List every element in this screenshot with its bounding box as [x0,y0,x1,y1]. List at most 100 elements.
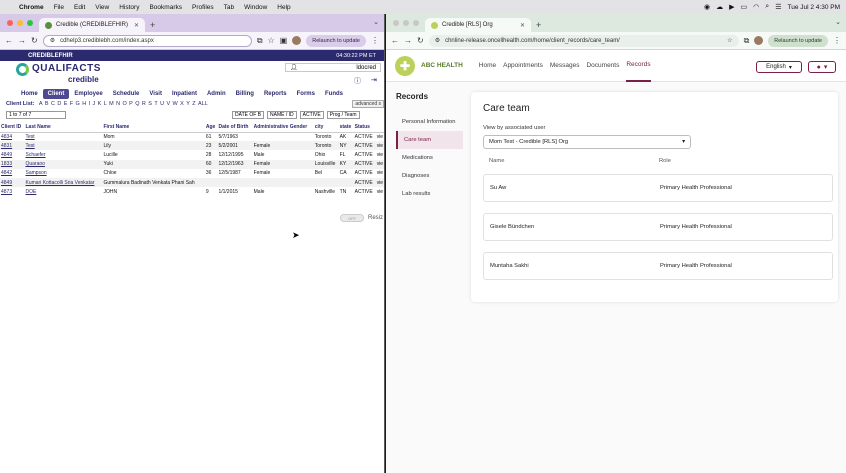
client-row[interactable]: 4834 Test Mom 61 5/7/1963 Toronto AK ACTIVE vie [0,132,384,141]
client-row[interactable]: 4849 Kumari Kottacolli Sria Venkatar Gumma… [0,177,384,188]
associated-user-select[interactable]: Mom Test - Credible [RLS] Org ▾ [483,135,691,149]
letter-filter-l[interactable]: L [104,101,107,107]
client-id-link[interactable]: 4842 [0,169,24,178]
menu-tab[interactable]: Tab [219,4,239,11]
column-header[interactable]: Client ID [0,123,25,133]
letter-filter-g[interactable]: G [76,101,80,107]
nav-schedule[interactable]: Schedule [108,89,145,99]
letter-filter-f[interactable]: F [70,101,73,107]
view-client-button[interactable]: vie [375,177,384,188]
nav-home[interactable]: Home [479,50,496,82]
nav-home[interactable]: Home [16,89,43,99]
menu-window[interactable]: Window [239,4,272,11]
logout-icon[interactable]: ⇥ [371,76,377,84]
back-icon[interactable]: ← [391,36,399,45]
care-team-row[interactable]: Muntaha Sakhi Primary Health Professiona… [483,252,833,280]
nav-appointments[interactable]: Appointments [503,50,543,82]
nav-documents[interactable]: Documents [586,50,619,82]
column-header[interactable]: Last Name [24,123,103,133]
view-client-button[interactable]: vie [376,187,384,196]
nav-records[interactable]: Records [626,50,651,82]
right-tab[interactable]: Credible [RLS] Org ✕ [425,18,531,32]
menu-history[interactable]: History [114,4,144,11]
prog-team-filter[interactable]: Prog / Team [326,111,360,119]
back-icon[interactable]: ← [5,36,13,45]
column-header[interactable]: Date of Birth [217,123,253,133]
relaunch-button[interactable]: Relaunch to update [768,34,828,47]
extensions-icon[interactable]: ⧉ [257,36,263,46]
menu-profiles[interactable]: Profiles [187,4,219,11]
battery-icon[interactable]: ▭ [741,3,748,11]
menu-view[interactable]: View [90,4,114,11]
client-row[interactable]: 4842 Sampson Chloe 36 12/5/1987 Female Bel CA AC… [0,169,384,178]
client-last-name-link[interactable]: Sampson [24,169,102,178]
letter-filter-z[interactable]: Z [192,101,195,107]
nav-admin[interactable]: Admin [202,89,231,99]
profile-avatar[interactable] [754,36,764,45]
extensions-icon[interactable]: ⧉ [744,36,750,46]
letter-filter-w[interactable]: W [173,101,178,107]
client-last-name-link[interactable]: Test [24,132,102,141]
language-select[interactable]: English ▾ [756,61,802,73]
view-client-button[interactable]: vie [375,159,384,169]
client-id-link[interactable]: 4834 [0,132,24,141]
column-header[interactable]: Administrative Gender [252,123,314,133]
dob-filter[interactable]: DATE OF B [232,111,265,119]
side-item-diagnoses[interactable]: Diagnoses [396,167,463,185]
client-last-name-link[interactable]: Quaraoo [24,159,103,169]
help-icon[interactable]: ⓘ [354,76,361,86]
resize-toggle[interactable]: OFF [340,214,364,222]
column-header[interactable]: city [313,123,339,133]
browser-menu-icon[interactable]: ⋮ [833,36,841,45]
close-window-button[interactable] [393,20,399,26]
user-menu-button[interactable]: ● ▾ [808,61,836,73]
letter-filter-p[interactable]: P [129,101,133,107]
letter-filter-o[interactable]: O [123,101,127,107]
letter-filter-t[interactable]: T [154,101,157,107]
new-tab-button[interactable]: + [145,20,160,32]
view-client-button[interactable]: vie [375,141,384,151]
letter-filter-j[interactable]: J [92,101,95,107]
wifi-icon[interactable]: ◠ [753,3,759,11]
close-window-button[interactable] [7,20,13,26]
minimize-window-button[interactable] [17,20,23,26]
letter-filter-h[interactable]: H [82,101,86,107]
client-row[interactable]: 4849 Schaefer Lucille 28 12/12/1995 Male Ohio F… [0,150,384,159]
client-row[interactable]: 4873 DOE JOHN 9 1/1/2015 Male Nashville TN ACTIV… [0,187,384,196]
user-box[interactable]: 👤︎ ldocred [285,63,381,72]
profile-avatar[interactable] [292,36,302,45]
client-id-link[interactable]: 1833 [0,159,25,169]
bookmark-star-icon[interactable]: ☆ [268,36,275,45]
control-center-icon[interactable]: ☰ [775,3,781,11]
nav-billing[interactable]: Billing [231,89,259,99]
column-header[interactable] [375,123,384,133]
client-last-name-link[interactable]: DOE [24,187,102,196]
right-address-bar[interactable]: ⚙ chnline-release.oncellhealth.com/home/… [428,34,739,47]
letter-filter-k[interactable]: K [98,101,102,107]
control-icon[interactable]: ◉ [704,3,710,11]
letter-filter-s[interactable]: S [148,101,152,107]
view-client-button[interactable]: vie [376,150,384,159]
letter-filter-d[interactable]: D [57,101,61,107]
bookmark-star-icon[interactable]: ☆ [727,37,732,44]
nav-employee[interactable]: Employee [69,89,107,99]
forward-icon[interactable]: → [18,36,26,45]
close-tab-icon[interactable]: ✕ [520,22,525,29]
letter-filter-u[interactable]: U [160,101,164,107]
forward-icon[interactable]: → [404,36,412,45]
letter-filter-all[interactable]: ALL [198,101,208,107]
new-tab-button[interactable]: + [531,20,546,32]
abc-brand-name[interactable]: ABC HEALTH [421,62,463,69]
letter-filter-x[interactable]: X [180,101,184,107]
care-team-row[interactable]: Gisele Bündchen Primary Health Professio… [483,213,833,241]
play-icon[interactable]: ▶ [729,3,734,11]
column-header[interactable]: Status [353,123,376,133]
letter-filter-y[interactable]: Y [186,101,190,107]
zoom-window-button[interactable] [27,20,33,26]
client-id-link[interactable]: 4849 [0,177,25,188]
name-id-filter[interactable]: NAME / ID [267,111,297,119]
menu-app-name[interactable]: Chrome [14,4,49,11]
relaunch-button[interactable]: Relaunch to update [306,34,366,47]
abc-health-logo-icon[interactable]: ✚ [395,55,415,76]
view-client-button[interactable]: vie [376,132,384,141]
